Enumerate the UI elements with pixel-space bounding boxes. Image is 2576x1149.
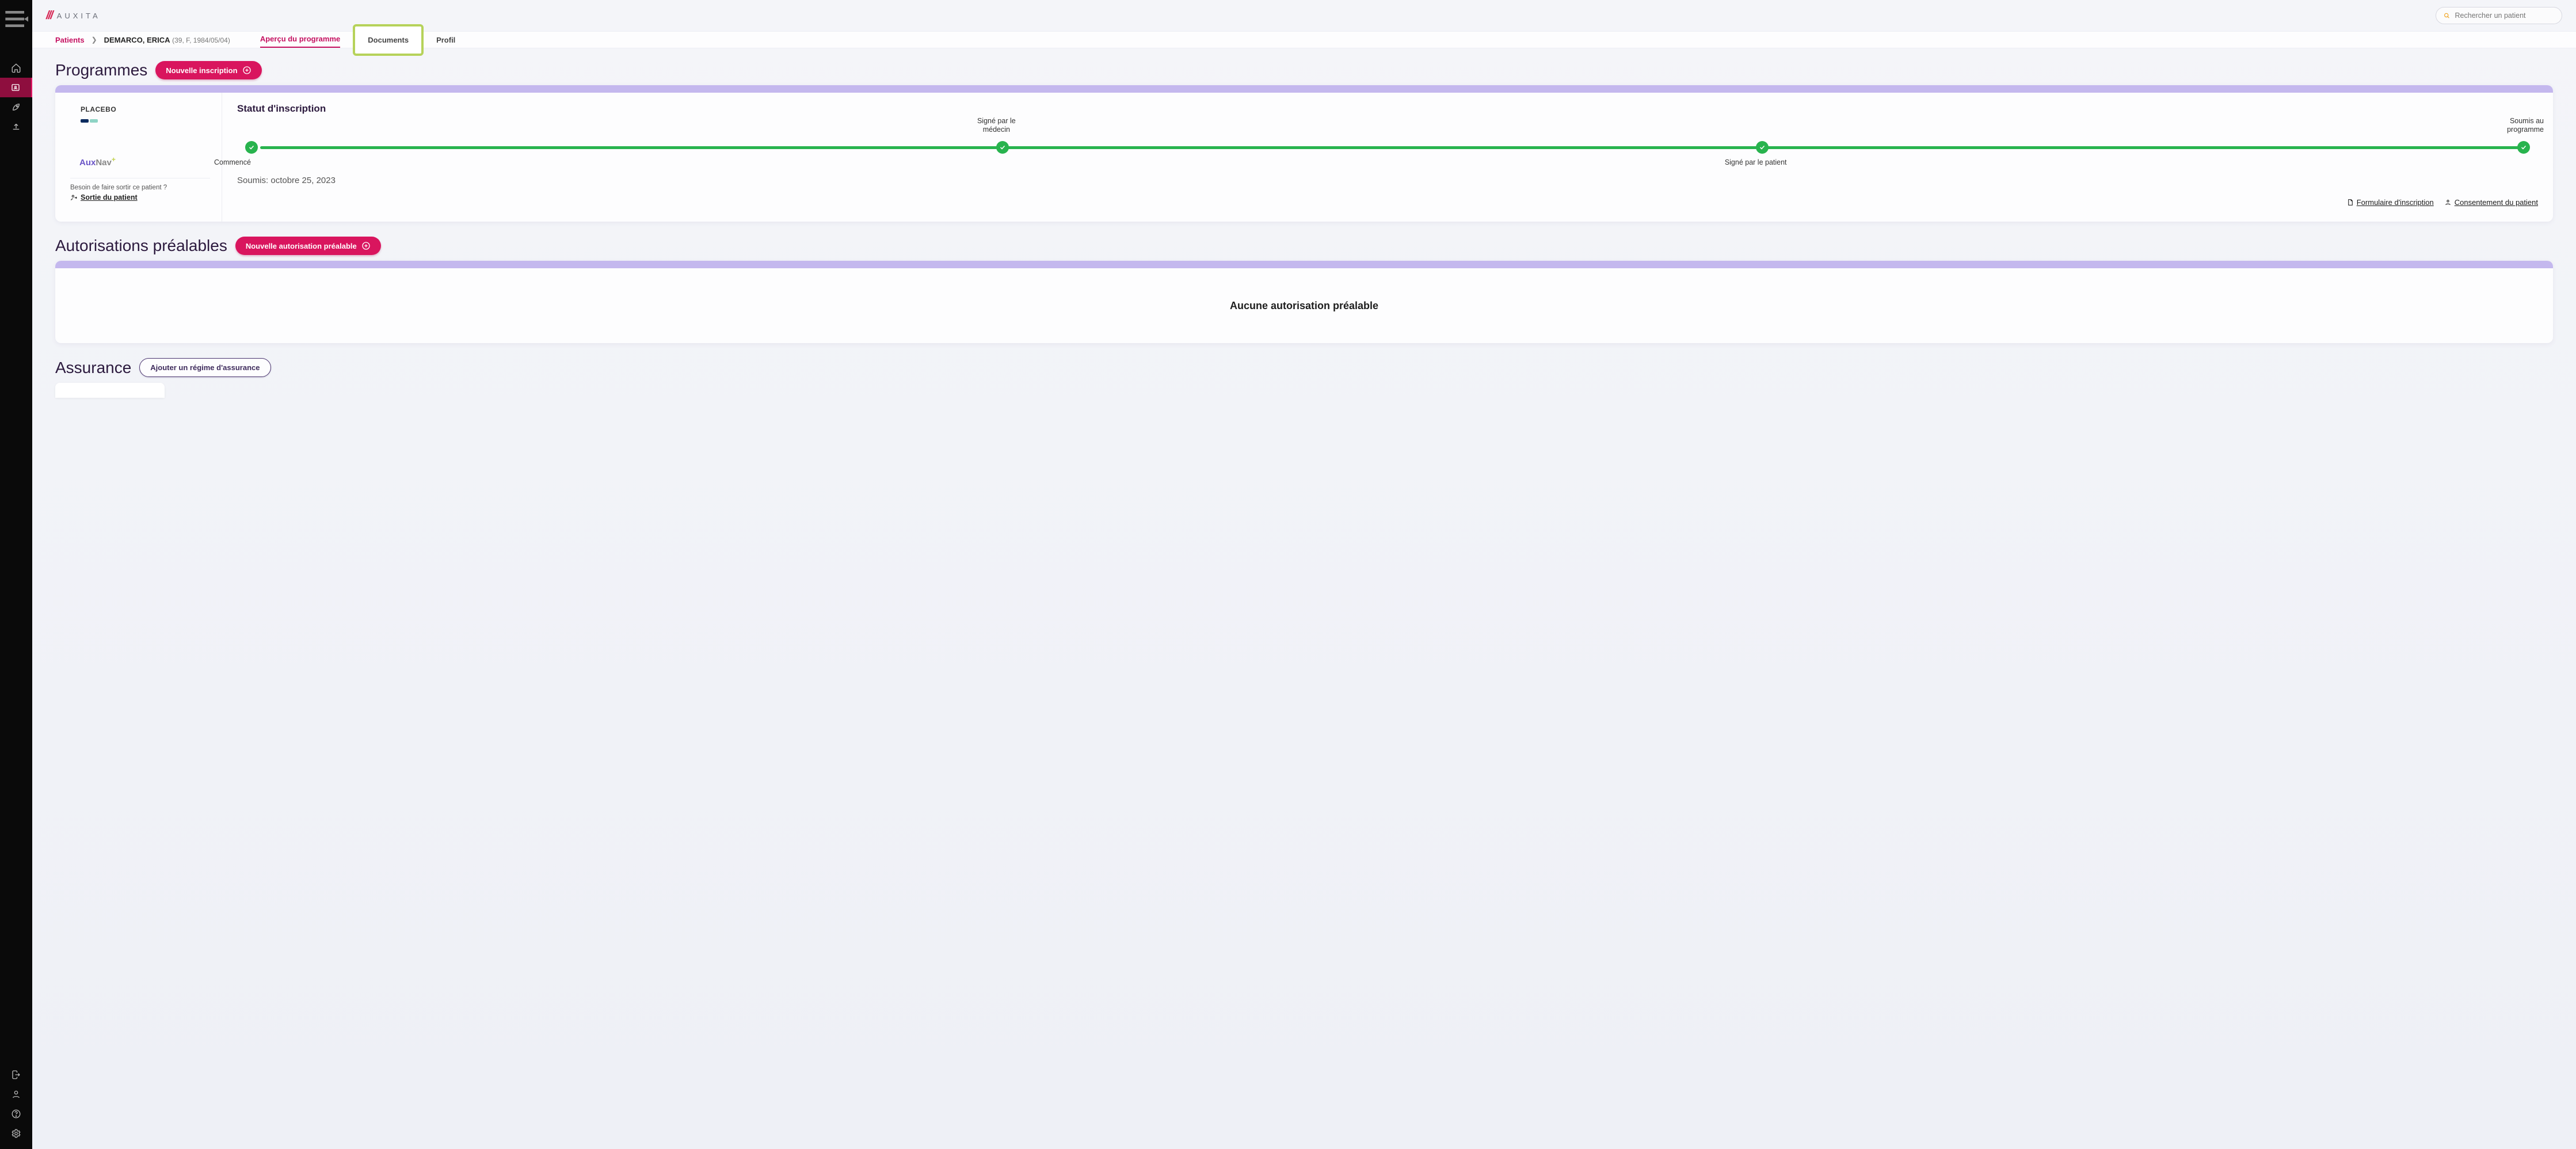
new-prior-auth-button[interactable]: Nouvelle autorisation préalable <box>235 237 381 255</box>
enrollment-status-title: Statut d'inscription <box>237 103 2538 115</box>
sidebar <box>0 0 32 1149</box>
submitted-date: Soumis: octobre 25, 2023 <box>237 176 2538 185</box>
program-card-left: PLACEBO AuxNav+ Besoin de faire sortir c… <box>55 93 222 222</box>
prior-auth-card: Aucune autorisation préalable <box>55 261 2553 343</box>
step-node-doctor-signed <box>996 141 1009 154</box>
step-label-doctor-signed: Signé par le médecin <box>962 117 1031 134</box>
enrollment-stepper: Commencé Signé par le médecin Signé par … <box>237 134 2538 161</box>
nav-account[interactable] <box>0 1085 32 1104</box>
discharge-link-label: Sortie du patient <box>81 193 138 201</box>
programs-title: Programmes <box>55 61 147 79</box>
person-exit-icon <box>70 194 78 201</box>
add-insurance-button[interactable]: Ajouter un régime d'assurance <box>139 358 270 377</box>
nav-home[interactable] <box>0 58 32 78</box>
subheader: Patients ❯ DEMARCO, ERICA (39, F, 1984/0… <box>32 31 2576 48</box>
insurance-title: Assurance <box>55 359 131 377</box>
prior-auth-title: Autorisations préalables <box>55 237 227 255</box>
content: Programmes Nouvelle inscription PLACEBO … <box>32 48 2576 421</box>
enrollment-form-label: Formulaire d'inscription <box>2357 198 2434 207</box>
brand-name: AUXITA <box>57 12 101 20</box>
auxnav-product: AuxNav+ <box>79 155 210 168</box>
new-enrollment-button[interactable]: Nouvelle inscription <box>155 61 261 79</box>
search-input[interactable] <box>2455 12 2555 20</box>
step-label-patient-signed: Signé par le patient <box>1721 158 1790 166</box>
search-icon <box>2443 12 2451 20</box>
nav-settings[interactable] <box>0 1124 32 1143</box>
enrollment-form-link[interactable]: Formulaire d'inscription <box>2346 198 2434 207</box>
new-prior-auth-label: Nouvelle autorisation préalable <box>246 242 357 250</box>
patient-consent-link[interactable]: Consentement du patient <box>2444 198 2538 207</box>
patient-search[interactable] <box>2436 7 2562 24</box>
main: /// AUXITA Patients ❯ DEMARCO, ERICA (39… <box>32 0 2576 1149</box>
nav-patients[interactable] <box>0 78 32 97</box>
document-icon <box>2346 199 2354 206</box>
discharge-question: Besoin de faire sortir ce patient ? <box>70 184 210 191</box>
patient-meta: (39, F, 1984/05/04) <box>172 36 230 44</box>
placebo-brand: PLACEBO <box>81 105 210 113</box>
add-insurance-label: Ajouter un régime d'assurance <box>150 363 260 372</box>
tab-profile[interactable]: Profil <box>436 36 455 48</box>
breadcrumb-root[interactable]: Patients <box>55 36 85 44</box>
patient-name: DEMARCO, ERICA <box>104 36 170 44</box>
plus-circle-icon <box>242 66 251 75</box>
patient-consent-label: Consentement du patient <box>2455 198 2538 207</box>
step-node-started <box>245 141 258 154</box>
chevron-right-icon: ❯ <box>92 36 97 44</box>
person-icon <box>2444 199 2452 206</box>
step-label-started: Commencé <box>214 158 295 166</box>
brand-logo[interactable]: /// AUXITA <box>46 9 101 22</box>
program-card: PLACEBO AuxNav+ Besoin de faire sortir c… <box>55 85 2553 222</box>
patient-discharge-link[interactable]: Sortie du patient <box>70 193 138 201</box>
brand-mark-icon: /// <box>46 9 52 22</box>
step-node-patient-signed <box>1756 141 1769 154</box>
nav-launch[interactable] <box>0 97 32 117</box>
nav-upload[interactable] <box>0 117 32 136</box>
nav-help[interactable] <box>0 1104 32 1124</box>
insurance-card-stub <box>55 383 165 398</box>
placebo-brand-bars-icon <box>81 115 210 125</box>
step-label-submitted: Soumis au programme <box>2475 117 2544 134</box>
nav-logout[interactable] <box>0 1065 32 1085</box>
prior-auth-empty: Aucune autorisation préalable <box>1230 300 1378 312</box>
tab-program-overview[interactable]: Aperçu du programme <box>260 35 340 48</box>
program-card-right: Statut d'inscription Commencé Signé par … <box>222 93 2553 222</box>
topbar: /// AUXITA <box>0 0 2576 31</box>
new-enrollment-label: Nouvelle inscription <box>166 66 237 75</box>
plus-circle-icon <box>361 241 371 250</box>
tabs: Aperçu du programme Documents Profil <box>260 32 455 48</box>
step-node-submitted <box>2517 141 2530 154</box>
